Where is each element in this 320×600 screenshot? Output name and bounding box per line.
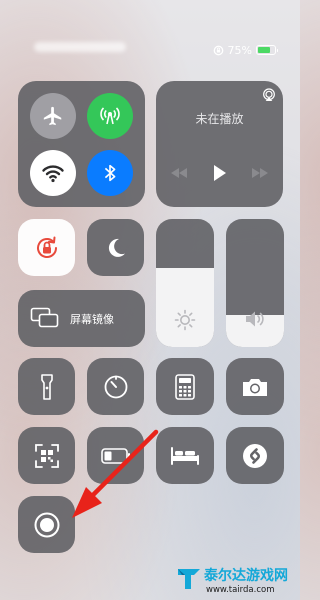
sun-icon (173, 308, 197, 332)
do-not-disturb-button[interactable] (87, 219, 144, 276)
airplane-mode-button[interactable] (30, 93, 76, 139)
speaker-icon (243, 308, 267, 330)
sleep-mode-button[interactable] (156, 427, 214, 484)
wifi-icon (42, 165, 64, 183)
brightness-slider[interactable] (156, 219, 214, 347)
battery-icon (100, 447, 130, 464)
screen-mirroring-label: 屏幕镜像 (70, 313, 114, 326)
calculator-button[interactable] (156, 358, 214, 415)
status-bar-right: 75% (213, 42, 278, 58)
fast-forward-icon[interactable] (250, 166, 270, 180)
bluetooth-button[interactable] (87, 150, 133, 196)
bed-icon (171, 446, 199, 465)
bluetooth-icon (104, 164, 116, 182)
qr-code-icon (34, 443, 59, 468)
screen-recording-button[interactable] (18, 496, 75, 553)
low-power-mode-button[interactable] (87, 427, 144, 484)
qr-scanner-button[interactable] (18, 427, 75, 484)
play-icon[interactable] (212, 163, 228, 183)
airplane-icon (43, 106, 62, 126)
screen-mirroring-icon (30, 307, 60, 329)
volume-slider[interactable] (226, 219, 284, 347)
now-playing-title: 未在播放 (195, 112, 244, 126)
battery-percentage: 75% (227, 43, 252, 57)
svg-text:www.tairda.com: www.tairda.com (206, 585, 275, 595)
rotation-lock-icon (36, 236, 57, 258)
record-icon (34, 512, 59, 537)
cellular-data-button[interactable] (87, 93, 133, 139)
camera-icon (243, 378, 267, 396)
timer-icon (104, 375, 127, 398)
calculator-icon (175, 373, 195, 400)
orientation-lock-icon (213, 45, 224, 56)
wifi-button[interactable] (30, 150, 76, 196)
connectivity-panel (18, 81, 145, 207)
flashlight-button[interactable] (18, 358, 75, 415)
screen-mirroring-button[interactable]: 屏幕镜像 (18, 290, 145, 347)
shazam-button[interactable] (226, 427, 284, 484)
carrier-name-blurred (34, 42, 126, 52)
battery-level-fill (258, 47, 270, 53)
moon-icon (108, 238, 125, 257)
airplay-icon[interactable] (261, 87, 277, 103)
rewind-icon[interactable] (169, 166, 189, 180)
shazam-icon (243, 443, 267, 468)
now-playing-panel: 未在播放 (156, 81, 283, 207)
watermark-logo: 泰尔达游戏网 www.tairda.com (176, 563, 296, 597)
timer-button[interactable] (87, 358, 144, 415)
camera-button[interactable] (226, 358, 284, 415)
antenna-icon (100, 107, 120, 125)
svg-text:泰尔达游戏网: 泰尔达游戏网 (204, 567, 288, 584)
orientation-lock-button[interactable] (18, 219, 75, 276)
battery-charging-icon (256, 45, 278, 55)
flashlight-icon (40, 373, 53, 400)
